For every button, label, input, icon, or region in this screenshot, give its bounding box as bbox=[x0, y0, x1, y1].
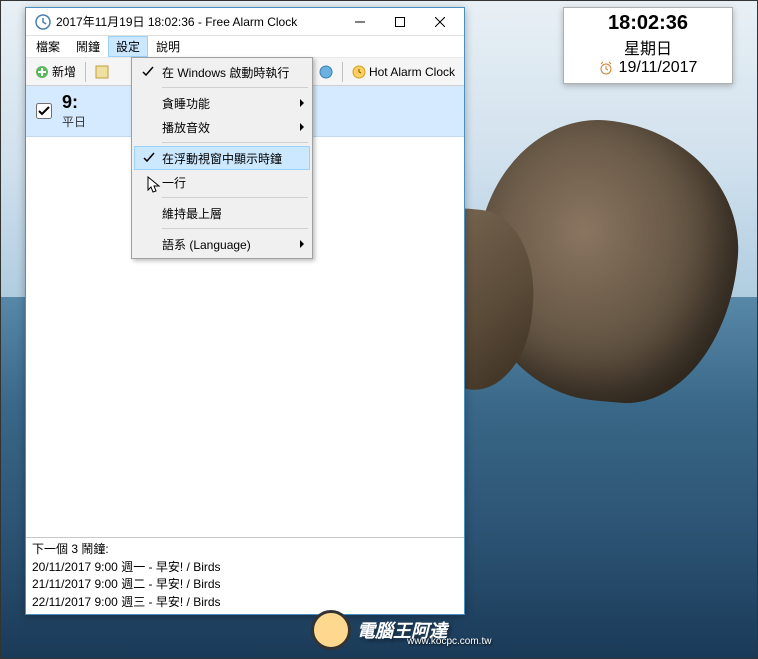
tool-btn-2[interactable] bbox=[90, 63, 114, 81]
menu-file[interactable]: 檔案 bbox=[28, 36, 68, 57]
checkbox-checked-icon[interactable] bbox=[36, 103, 52, 119]
submenu-arrow-icon bbox=[300, 123, 304, 131]
float-date: 19/11/2017 bbox=[619, 59, 698, 77]
watermark: 電腦王阿達 www.kocpc.com.tw bbox=[311, 610, 447, 650]
submenu-arrow-icon bbox=[300, 240, 304, 248]
menu-help[interactable]: 說明 bbox=[148, 36, 188, 57]
floating-clock[interactable]: 18:02:36 星期日 19/11/2017 bbox=[563, 7, 733, 84]
globe-icon bbox=[319, 65, 333, 79]
close-button[interactable] bbox=[420, 9, 460, 35]
minimize-button[interactable] bbox=[340, 9, 380, 35]
watermark-url: www.kocpc.com.tw bbox=[407, 636, 491, 647]
menu-alarm[interactable]: 鬧鐘 bbox=[68, 36, 108, 57]
menu-snooze[interactable]: 貪睡功能 bbox=[134, 91, 310, 115]
check-icon bbox=[141, 65, 155, 79]
add-label: 新增 bbox=[52, 63, 76, 80]
menu-language[interactable]: 語系 (Language) bbox=[134, 232, 310, 256]
submenu-arrow-icon bbox=[300, 99, 304, 107]
window-title: 2017年11月19日 18:02:36 - Free Alarm Clock bbox=[56, 13, 340, 30]
check-icon bbox=[142, 151, 156, 165]
toolbar-separator bbox=[85, 62, 86, 82]
toolbar-separator bbox=[342, 62, 343, 82]
plus-icon bbox=[35, 65, 49, 79]
status-line: 22/11/2017 9:00 週三 - 早安! / Birds bbox=[32, 594, 458, 611]
float-time: 18:02:36 bbox=[572, 12, 724, 35]
menu-show-floating-clock[interactable]: 在浮動視窗中顯示時鐘 bbox=[134, 146, 310, 170]
app-icon bbox=[35, 14, 51, 30]
titlebar[interactable]: 2017年11月19日 18:02:36 - Free Alarm Clock bbox=[26, 8, 464, 36]
menu-always-on-top[interactable]: 維持最上層 bbox=[134, 201, 310, 225]
menu-separator bbox=[162, 197, 308, 198]
clock-icon bbox=[352, 65, 366, 79]
menu-one-line[interactable]: 一行 bbox=[134, 170, 310, 194]
settings-dropdown: 在 Windows 啟動時執行 貪睡功能 播放音效 在浮動視窗中顯示時鐘 一行 … bbox=[131, 57, 313, 259]
status-area: 下一個 3 鬧鐘: 20/11/2017 9:00 週一 - 早安! / Bir… bbox=[26, 537, 464, 614]
status-line: 20/11/2017 9:00 週一 - 早安! / Birds bbox=[32, 559, 458, 576]
add-button[interactable]: 新增 bbox=[30, 61, 81, 82]
menu-separator bbox=[162, 87, 308, 88]
menu-play-sound[interactable]: 播放音效 bbox=[134, 115, 310, 139]
menu-separator bbox=[162, 228, 308, 229]
menu-settings[interactable]: 設定 bbox=[108, 36, 148, 57]
menu-separator bbox=[162, 142, 308, 143]
hot-alarm-button[interactable]: Hot Alarm Clock bbox=[347, 63, 460, 81]
hot-alarm-label: Hot Alarm Clock bbox=[369, 65, 455, 79]
maximize-button[interactable] bbox=[380, 9, 420, 35]
watermark-avatar-icon bbox=[311, 610, 351, 650]
alarm-sub: 平日 bbox=[62, 113, 86, 130]
float-day: 星期日 bbox=[572, 35, 724, 59]
status-line: 21/11/2017 9:00 週二 - 早安! / Birds bbox=[32, 576, 458, 593]
status-header: 下一個 3 鬧鐘: bbox=[32, 541, 458, 558]
menu-run-at-startup[interactable]: 在 Windows 啟動時執行 bbox=[134, 60, 310, 84]
tool-btn-3[interactable] bbox=[314, 63, 338, 81]
alarm-icon bbox=[599, 61, 613, 75]
menubar: 檔案 鬧鐘 設定 說明 bbox=[26, 36, 464, 58]
alarm-time: 9: bbox=[62, 92, 86, 113]
edit-icon bbox=[95, 65, 109, 79]
